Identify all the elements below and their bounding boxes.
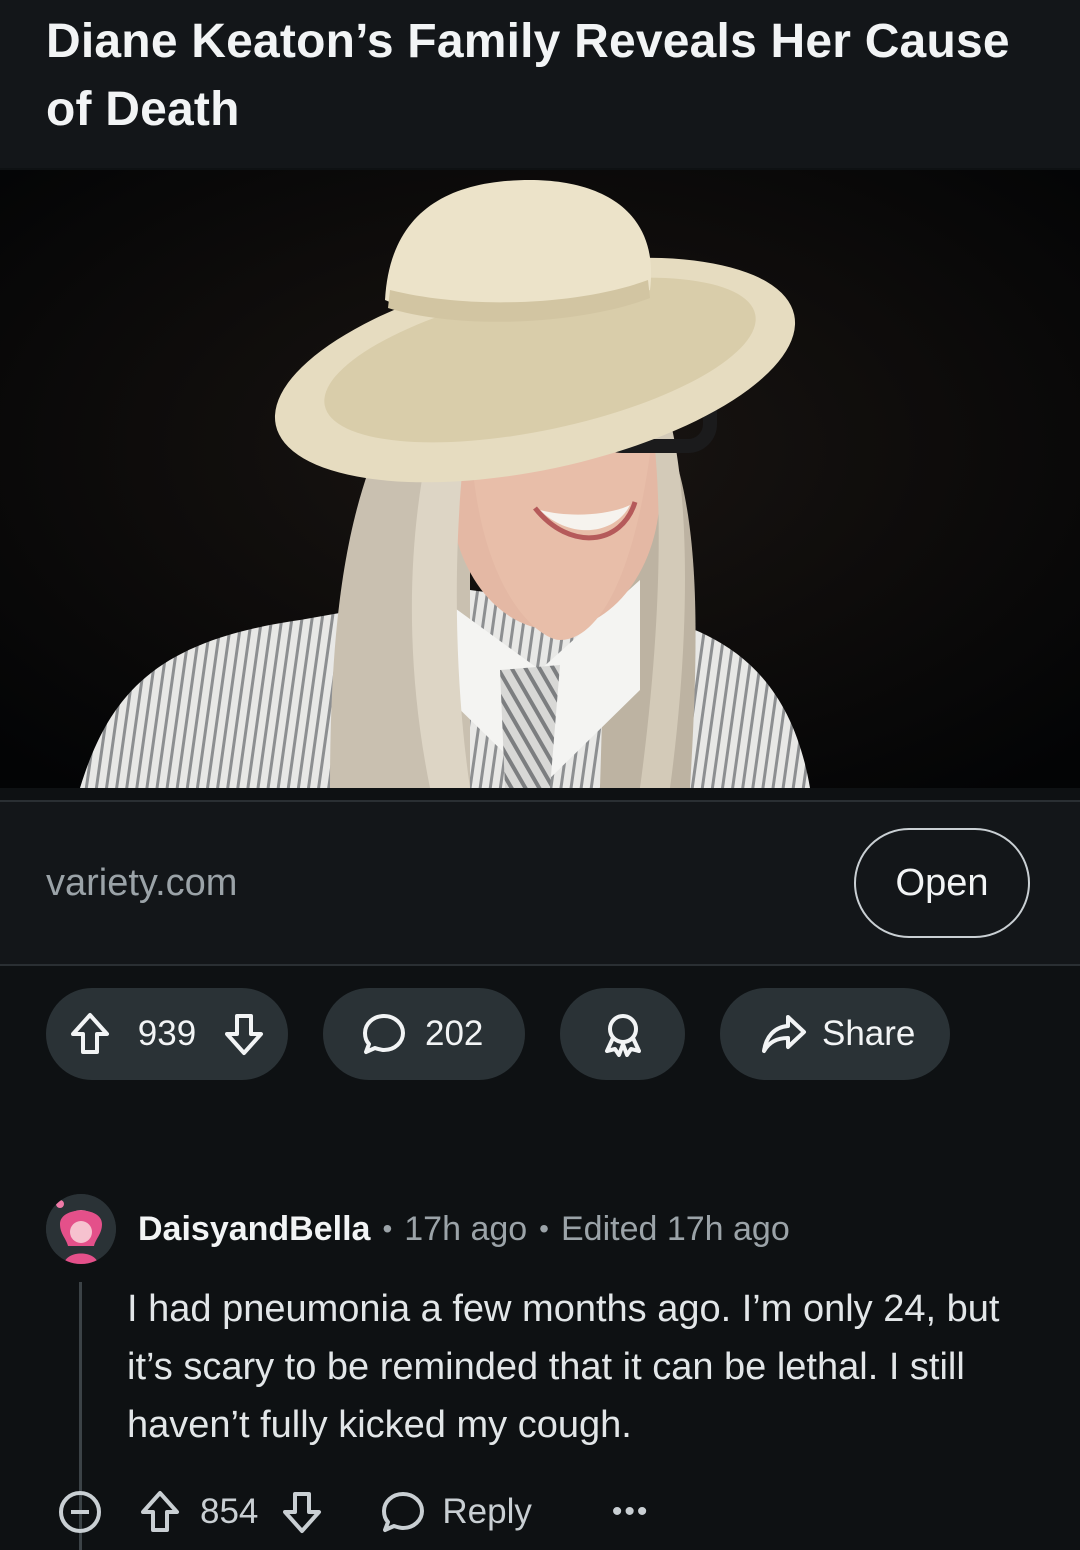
comment-edited: Edited 17h ago — [560, 1209, 790, 1248]
comment-header: DaisyandBella • 17h ago • Edited 17h ago — [46, 1194, 790, 1264]
reply-label: Reply — [442, 1492, 532, 1531]
open-link-button[interactable]: Open — [854, 828, 1030, 938]
separator-dot: • — [382, 1213, 393, 1244]
more-icon[interactable]: ••• — [612, 1495, 650, 1529]
comment-icon — [361, 1011, 407, 1057]
award-icon — [601, 1011, 645, 1057]
link-bar: variety.com Open — [0, 800, 1080, 966]
avatar[interactable] — [46, 1194, 116, 1264]
post-vote-count: 939 — [137, 1014, 197, 1053]
comment-vote-count: 854 — [200, 1492, 259, 1531]
comments-button[interactable]: 202 — [323, 988, 525, 1080]
comment-author[interactable]: DaisyandBella — [138, 1210, 370, 1249]
post-header: Diane Keaton’s Family Reveals Her Cause … — [0, 0, 1080, 168]
reply-icon — [380, 1489, 426, 1535]
portrait-photo — [0, 170, 1080, 788]
comment-actions: 854 Reply ••• — [56, 1480, 649, 1544]
post-image[interactable] — [0, 170, 1080, 788]
award-button[interactable] — [560, 988, 685, 1080]
comment-time: 17h ago — [404, 1209, 528, 1248]
link-domain[interactable]: variety.com — [46, 862, 237, 905]
share-icon — [760, 1012, 808, 1056]
comment-body: I had pneumonia a few months ago. I’m on… — [127, 1288, 1000, 1446]
reply-button[interactable]: Reply — [380, 1489, 532, 1535]
upvote-icon[interactable] — [138, 1488, 182, 1536]
post-vote-pill: 939 — [46, 988, 288, 1080]
share-button[interactable]: Share — [720, 988, 950, 1080]
post-title[interactable]: Diane Keaton’s Family Reveals Her Cause … — [46, 8, 1036, 144]
downvote-icon[interactable] — [222, 1010, 266, 1058]
comment-count: 202 — [425, 1014, 484, 1053]
collapse-icon[interactable] — [56, 1488, 104, 1536]
share-label: Share — [822, 1014, 916, 1053]
downvote-icon[interactable] — [280, 1488, 324, 1536]
separator-dot: • — [539, 1213, 549, 1244]
upvote-icon[interactable] — [68, 1010, 112, 1058]
